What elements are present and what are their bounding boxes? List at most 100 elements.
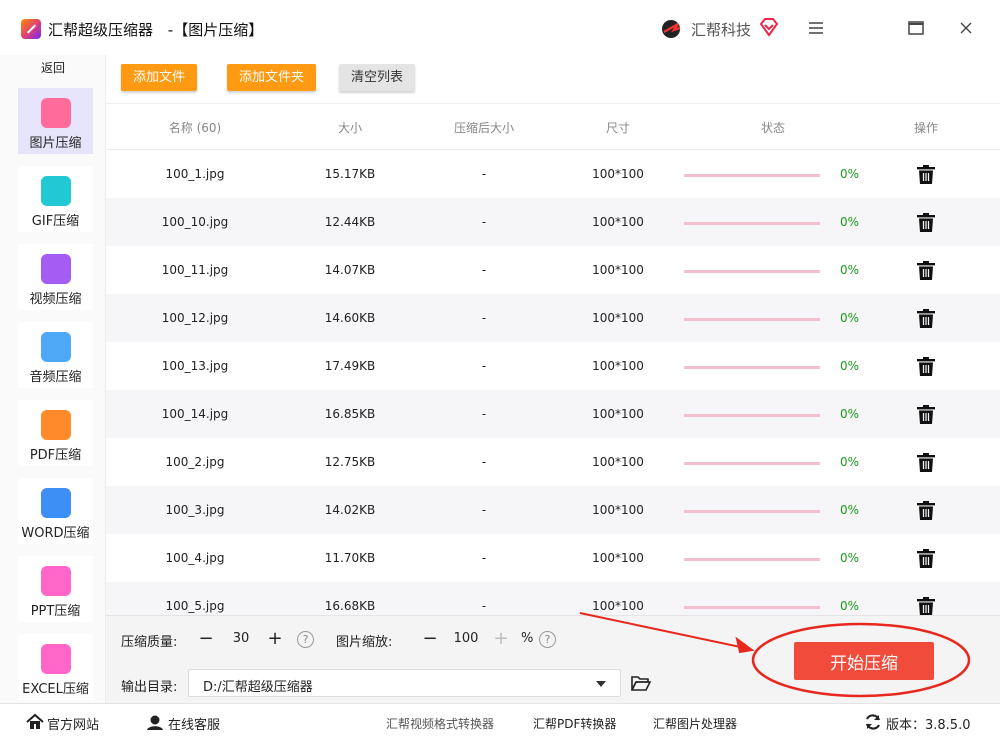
maximize-button[interactable] [902, 14, 930, 42]
file-name: 100_13.jpg [161, 359, 229, 373]
scale-value[interactable]: 100 [441, 631, 491, 646]
quality-decrease-button[interactable]: − [196, 629, 216, 649]
dimensions: 100*100 [592, 263, 644, 277]
file-size: 14.60KB [324, 311, 376, 325]
trash-icon[interactable] [917, 501, 935, 520]
progress-bar [684, 270, 820, 273]
trash-icon[interactable] [917, 213, 935, 232]
start-compress-button[interactable]: 开始压缩 [794, 642, 934, 680]
scale-help-icon[interactable]: ? [539, 631, 556, 648]
output-dir-select[interactable]: D:/汇帮超级压缩器 [188, 669, 621, 697]
status-bar: 官方网站 在线客服 汇帮视频格式转换器 汇帮PDF转换器 汇帮图片处理器 版本：… [0, 703, 1000, 740]
dimensions: 100*100 [592, 599, 644, 613]
trash-icon[interactable] [917, 597, 935, 615]
table-row[interactable]: 100_4.jpg 11.70KB - 100*100 0% [106, 534, 1000, 582]
trash-icon[interactable] [917, 309, 935, 328]
table-row[interactable]: 100_14.jpg 16.85KB - 100*100 0% [106, 390, 1000, 438]
support-link[interactable]: 在线客服 [168, 714, 220, 733]
sidebar-item-4[interactable]: PDF压缩 [18, 400, 93, 466]
open-folder-icon[interactable] [631, 674, 651, 692]
refresh-icon[interactable] [864, 713, 882, 731]
progress-bar [684, 366, 820, 369]
progress-bar [684, 462, 820, 465]
file-size: 14.02KB [324, 503, 376, 517]
scale-unit: % [521, 631, 534, 646]
compressed-size: - [481, 455, 487, 469]
trash-icon[interactable] [917, 549, 935, 568]
app-name: 汇帮超级压缩器 [48, 21, 154, 39]
file-name: 100_5.jpg [165, 599, 225, 613]
brand-logo-icon [662, 20, 681, 38]
header-name[interactable]: 名称 (60) [145, 119, 245, 136]
file-size: 17.49KB [324, 359, 376, 373]
excel-file-icon [41, 644, 71, 674]
sidebar-item-6[interactable]: PPT压缩 [18, 556, 93, 622]
sidebar-item-label: PPT压缩 [30, 604, 81, 619]
back-button[interactable]: 返回 [0, 59, 106, 76]
table-row[interactable]: 100_2.jpg 12.75KB - 100*100 0% [106, 438, 1000, 486]
close-icon [960, 22, 972, 34]
progress-percent: 0% [840, 263, 860, 277]
image-icon [41, 98, 71, 128]
trash-icon[interactable] [917, 261, 935, 280]
sidebar-item-7[interactable]: EXCEL压缩 [18, 634, 93, 700]
title-bar: 汇帮超级压缩器 -【图片压缩】 汇帮科技 [0, 0, 1000, 55]
table-row[interactable]: 100_10.jpg 12.44KB - 100*100 0% [106, 198, 1000, 246]
add-file-button[interactable]: 添加文件 [121, 64, 198, 91]
dimensions: 100*100 [592, 407, 644, 421]
table-row[interactable]: 100_11.jpg 14.07KB - 100*100 0% [106, 246, 1000, 294]
quality-label: 压缩质量: [121, 635, 178, 650]
file-name: 100_1.jpg [165, 167, 225, 181]
progress-percent: 0% [840, 407, 860, 421]
dimensions: 100*100 [592, 215, 644, 229]
close-button[interactable] [952, 14, 980, 42]
sidebar-item-3[interactable]: 音频压缩 [18, 322, 93, 388]
file-name: 100_3.jpg [165, 503, 225, 517]
file-size: 14.07KB [324, 263, 376, 277]
sidebar-item-1[interactable]: GIF压缩 [18, 166, 93, 232]
scale-decrease-button[interactable]: − [420, 629, 440, 649]
header-actions: 操作 [913, 121, 938, 135]
sidebar-item-2[interactable]: 视频压缩 [18, 244, 93, 310]
sidebar-item-0[interactable]: 图片压缩 [18, 88, 93, 154]
compressed-size: - [481, 263, 487, 277]
trash-icon[interactable] [917, 357, 935, 376]
table-row[interactable]: 100_12.jpg 14.60KB - 100*100 0% [106, 294, 1000, 342]
progress-bar [684, 174, 820, 177]
header-size[interactable]: 大小 [300, 119, 400, 136]
website-link[interactable]: 官方网站 [47, 714, 99, 733]
header-dimensions[interactable]: 尺寸 [568, 119, 668, 136]
table-row[interactable]: 100_13.jpg 17.49KB - 100*100 0% [106, 342, 1000, 390]
trash-icon[interactable] [917, 165, 935, 184]
quality-increase-button[interactable]: + [265, 629, 285, 649]
menu-button[interactable] [802, 14, 830, 42]
progress-bar [684, 222, 820, 225]
trash-icon[interactable] [917, 405, 935, 424]
header-compressed-size[interactable]: 压缩后大小 [434, 119, 534, 136]
clear-list-button[interactable]: 清空列表 [339, 64, 416, 91]
video-converter-link[interactable]: 汇帮视频格式转换器 [386, 715, 494, 732]
table-row[interactable]: 100_1.jpg 15.17KB - 100*100 0% [106, 150, 1000, 198]
scale-label: 图片缩放: [336, 635, 393, 650]
dimensions: 100*100 [592, 455, 644, 469]
image-processor-link[interactable]: 汇帮图片处理器 [653, 715, 737, 732]
compressed-size: - [481, 215, 487, 229]
table-row[interactable]: 100_3.jpg 14.02KB - 100*100 0% [106, 486, 1000, 534]
quality-help-icon[interactable]: ? [297, 631, 314, 648]
quality-value[interactable]: 30 [216, 631, 266, 646]
sidebar-item-label: PDF压缩 [29, 448, 82, 463]
dropdown-caret-icon [596, 681, 606, 687]
scale-increase-button[interactable]: + [491, 629, 511, 649]
trash-icon[interactable] [917, 453, 935, 472]
dimensions: 100*100 [592, 167, 644, 181]
vip-diamond-icon[interactable] [759, 17, 779, 37]
hamburger-icon [809, 22, 823, 34]
table-row[interactable]: 100_5.jpg 16.68KB - 100*100 0% [106, 582, 1000, 615]
sidebar-item-5[interactable]: WORD压缩 [18, 478, 93, 544]
compressed-size: - [481, 311, 487, 325]
settings-panel: 压缩质量: − 30 + ? 图片缩放: − 100 + % ? 输出目录: D… [106, 615, 1000, 703]
dimensions: 100*100 [592, 359, 644, 373]
add-folder-button[interactable]: 添加文件夹 [227, 64, 317, 91]
pdf-converter-link[interactable]: 汇帮PDF转换器 [533, 715, 616, 732]
maximize-icon [908, 21, 924, 35]
